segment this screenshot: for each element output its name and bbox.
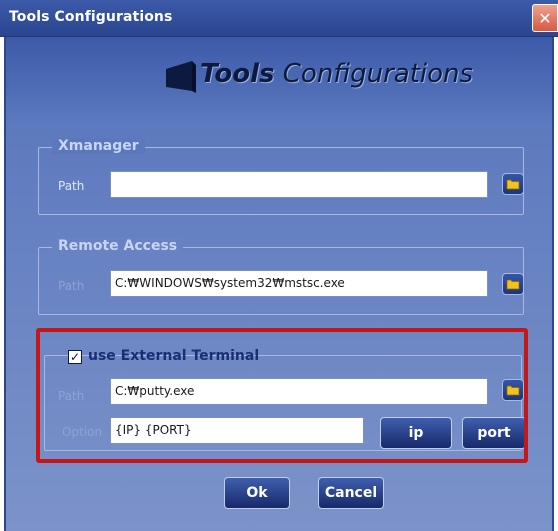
logo-italic-text: Configurations xyxy=(274,59,474,89)
remote-access-group-title: Remote Access xyxy=(52,238,184,254)
title-bar: Tools Configurations ✕ xyxy=(0,0,558,37)
close-icon: ✕ xyxy=(538,8,552,28)
remote-access-path-input[interactable]: C:₩WINDOWS₩system32₩mstsc.exe xyxy=(110,270,488,297)
close-button[interactable]: ✕ xyxy=(532,4,558,32)
logo-banner: Tools Configurations xyxy=(6,37,552,127)
window-title: Tools Configurations xyxy=(9,9,173,25)
ok-button[interactable]: Ok xyxy=(224,477,290,509)
tools-configurations-window: Tools Configurations ✕ Tools Configurati… xyxy=(0,0,558,531)
remote-access-path-label: Path xyxy=(58,279,85,293)
external-terminal-highlight-box xyxy=(36,328,528,463)
folder-icon xyxy=(506,279,520,290)
dialog-body: Tools Configurations Xmanager Path Remot… xyxy=(4,37,554,531)
remote-access-browse-button[interactable] xyxy=(502,273,524,295)
tools-logo-icon xyxy=(166,61,196,93)
xmanager-group-title: Xmanager xyxy=(52,138,145,154)
xmanager-path-label: Path xyxy=(58,179,85,193)
logo-bold-text: Tools xyxy=(200,59,275,89)
xmanager-path-input[interactable] xyxy=(110,171,488,198)
cancel-button[interactable]: Cancel xyxy=(318,477,384,509)
folder-icon xyxy=(506,179,520,190)
logo-title: Tools Configurations xyxy=(200,59,473,89)
xmanager-browse-button[interactable] xyxy=(502,173,524,195)
